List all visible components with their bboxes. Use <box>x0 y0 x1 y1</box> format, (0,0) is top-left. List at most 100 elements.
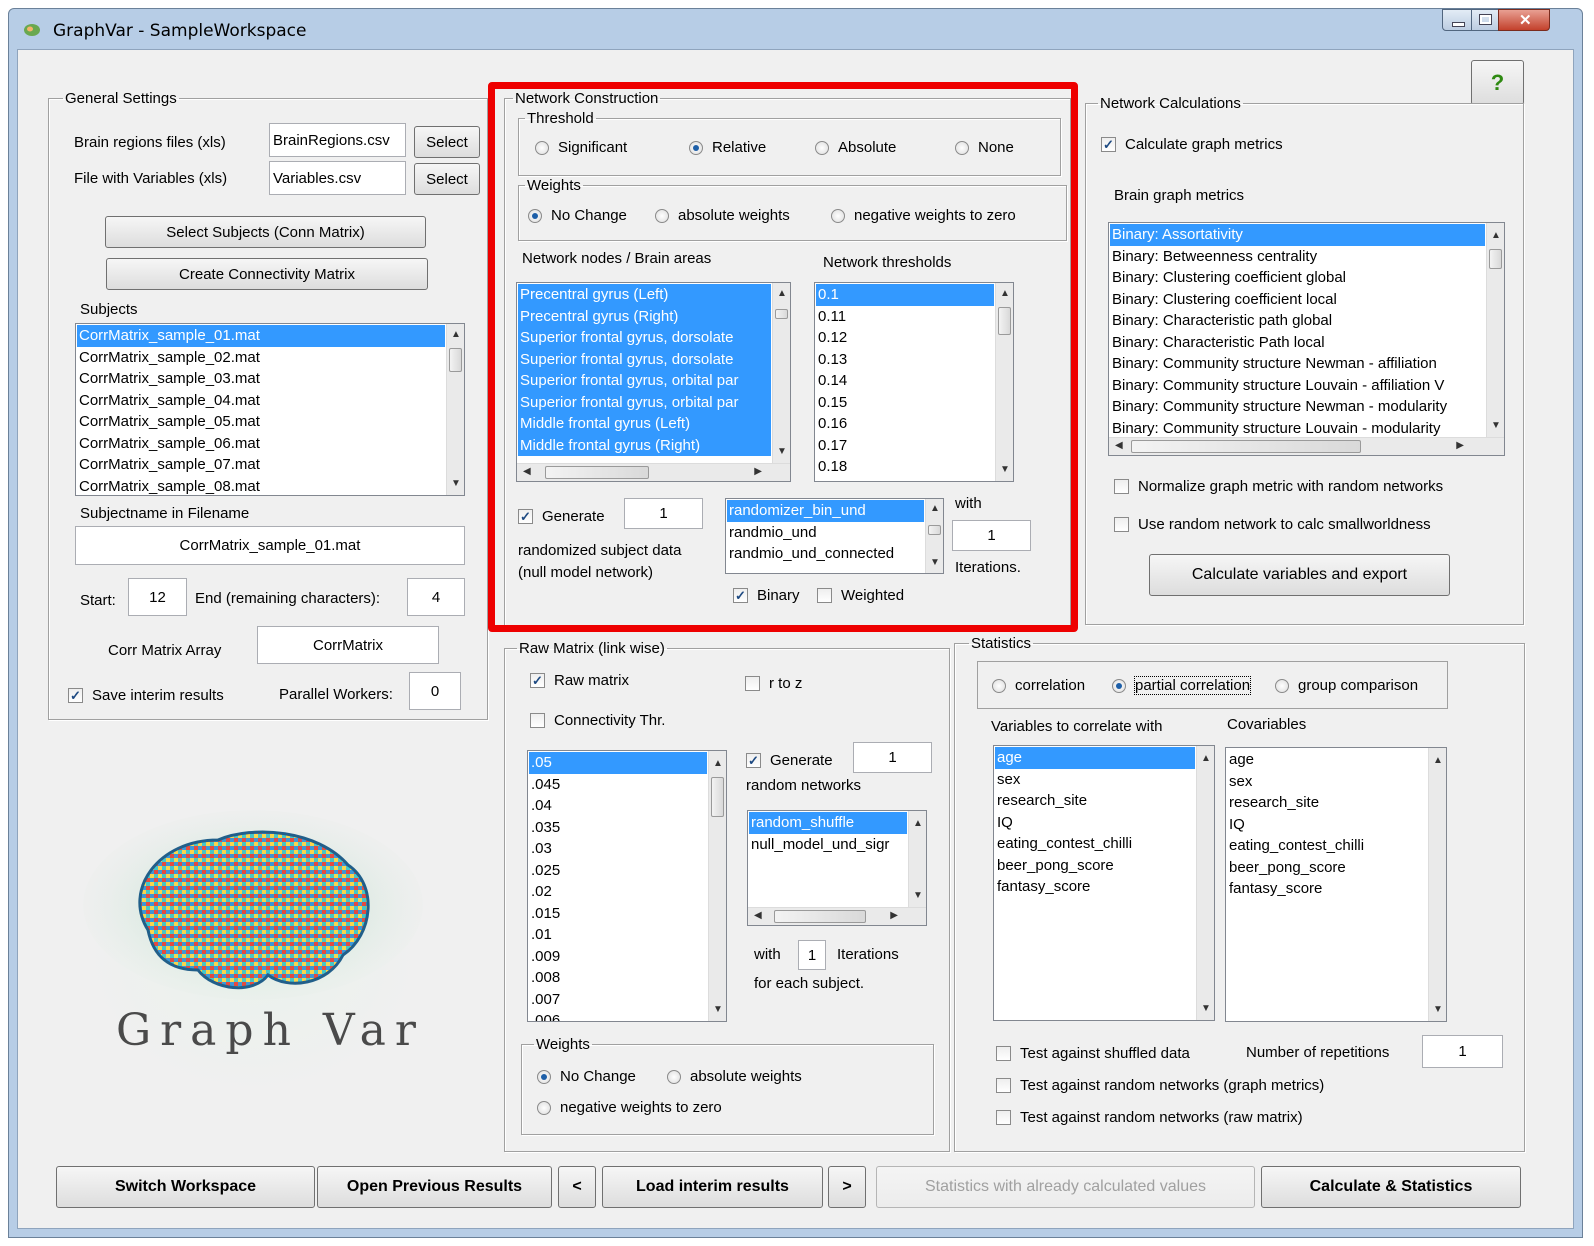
subject-list-item[interactable]: CorrMatrix_sample_05.mat <box>77 411 445 433</box>
brain-regions-field[interactable]: BrainRegions.csv <box>269 123 406 157</box>
metric-list-item[interactable]: Binary: Assortativity <box>1110 224 1485 246</box>
statistics-already-calculated-button[interactable]: Statistics with already calculated value… <box>876 1166 1255 1208</box>
random-method-item[interactable]: random_shuffle <box>749 812 907 834</box>
select-brain-regions-button[interactable]: Select <box>414 126 480 158</box>
variable-list-item[interactable]: sex <box>995 769 1195 791</box>
variables-list[interactable]: age sex research_site IQ eating_contest_chil… <box>993 745 1215 1021</box>
scroll-down-icon[interactable]: ▼ <box>1433 1005 1443 1015</box>
connectivity-thr-checkbox[interactable]: Connectivity Thr. <box>530 712 665 729</box>
raw-scrollbar[interactable]: ▲ ▼ <box>708 751 726 1021</box>
raw-weights-negative-radio[interactable]: negative weights to zero <box>537 1099 722 1116</box>
raw-threshold-item[interactable]: .035 <box>529 817 707 839</box>
calculate-export-button[interactable]: Calculate variables and export <box>1149 554 1450 596</box>
parallel-workers-field[interactable]: 0 <box>409 672 461 710</box>
close-button[interactable]: ✕ <box>1498 9 1550 31</box>
end-field[interactable]: 4 <box>407 578 465 616</box>
repetitions-field[interactable]: 1 <box>1422 1035 1503 1068</box>
subjects-list[interactable]: CorrMatrix_sample_01.mat CorrMatrix_sampl… <box>75 323 465 496</box>
raw-generate-checkbox[interactable]: ✓ Generate <box>746 752 833 769</box>
covariable-list-item[interactable]: eating_contest_chilli <box>1227 835 1427 857</box>
create-connectivity-matrix-button[interactable]: Create Connectivity Matrix <box>106 258 428 290</box>
subject-list-item[interactable]: CorrMatrix_sample_08.mat <box>77 476 445 496</box>
scroll-thumb[interactable] <box>774 910 866 923</box>
minimize-button[interactable] <box>1442 9 1472 31</box>
stats-partial-correlation-radio[interactable]: partial correlation <box>1112 676 1252 695</box>
variables-scrollbar[interactable]: ▲ ▼ <box>1196 746 1214 1020</box>
raw-threshold-item[interactable]: .025 <box>529 860 707 882</box>
raw-threshold-item[interactable]: .04 <box>529 795 707 817</box>
open-previous-results-button[interactable]: Open Previous Results <box>317 1166 552 1208</box>
covariable-list-item[interactable]: age <box>1227 749 1427 771</box>
scroll-down-icon[interactable]: ▼ <box>1491 421 1501 431</box>
scroll-down-icon[interactable]: ▼ <box>913 891 923 901</box>
subject-list-item[interactable]: CorrMatrix_sample_02.mat <box>77 347 445 369</box>
stats-correlation-radio[interactable]: correlation <box>992 677 1085 694</box>
metric-list-item[interactable]: Binary: Community structure Newman - aff… <box>1110 353 1485 375</box>
scroll-up-icon[interactable]: ▲ <box>1433 756 1443 766</box>
random-method-list[interactable]: random_shuffle null_model_und_sigr ▲ ▼ ◀ … <box>747 810 927 926</box>
variable-list-item[interactable]: age <box>995 747 1195 769</box>
scroll-up-icon[interactable]: ▲ <box>913 819 923 829</box>
covariable-list-item[interactable]: beer_pong_score <box>1227 857 1427 879</box>
switch-workspace-button[interactable]: Switch Workspace <box>56 1166 315 1208</box>
calculate-statistics-button[interactable]: Calculate & Statistics <box>1261 1166 1521 1208</box>
metric-list-item[interactable]: Binary: Clustering coefficient local <box>1110 289 1485 311</box>
graph-metrics-list[interactable]: Binary: Assortativity Binary: Betweenness… <box>1108 222 1505 456</box>
test-random-graph-checkbox[interactable]: Test against random networks (graph metr… <box>996 1077 1324 1094</box>
metric-list-item[interactable]: Binary: Characteristic Path local <box>1110 332 1485 354</box>
raw-matrix-checkbox[interactable]: ✓ Raw matrix <box>530 672 629 689</box>
start-field[interactable]: 12 <box>128 578 187 616</box>
raw-threshold-item[interactable]: .01 <box>529 924 707 946</box>
normalize-checkbox[interactable]: Normalize graph metric with random netwo… <box>1114 478 1443 495</box>
metric-list-item[interactable]: Binary: Community structure Louvain - mo… <box>1110 418 1485 440</box>
scroll-thumb[interactable] <box>1489 249 1502 269</box>
next-button[interactable]: > <box>828 1166 866 1208</box>
subjectname-field[interactable]: CorrMatrix_sample_01.mat <box>75 526 465 565</box>
scroll-up-icon[interactable]: ▲ <box>451 330 461 340</box>
corr-array-field[interactable]: CorrMatrix <box>257 626 439 664</box>
method-vscrollbar[interactable]: ▲ ▼ <box>908 811 926 907</box>
maximize-button[interactable] <box>1471 9 1499 31</box>
variable-list-item[interactable]: eating_contest_chilli <box>995 833 1195 855</box>
subject-list-item[interactable]: CorrMatrix_sample_03.mat <box>77 368 445 390</box>
scroll-thumb[interactable] <box>449 348 462 372</box>
save-interim-checkbox[interactable]: ✓ Save interim results <box>68 687 224 704</box>
raw-threshold-item[interactable]: .015 <box>529 903 707 925</box>
select-variables-button[interactable]: Select <box>414 163 480 195</box>
scroll-up-icon[interactable]: ▲ <box>713 759 723 769</box>
metrics-vscrollbar[interactable]: ▲ ▼ <box>1486 223 1504 437</box>
calc-graph-metrics-checkbox[interactable]: ✓ Calculate graph metrics <box>1101 136 1283 153</box>
r-to-z-checkbox[interactable]: r to z <box>745 675 802 692</box>
subject-list-item[interactable]: CorrMatrix_sample_04.mat <box>77 390 445 412</box>
load-interim-results-button[interactable]: Load interim results <box>602 1166 823 1208</box>
scroll-right-icon[interactable]: ▶ <box>890 911 898 921</box>
covariable-list-item[interactable]: fantasy_score <box>1227 878 1427 900</box>
scroll-left-icon[interactable]: ◀ <box>754 911 762 921</box>
subjects-scrollbar[interactable]: ▲ ▼ <box>446 324 464 495</box>
subject-list-item[interactable]: CorrMatrix_sample_06.mat <box>77 433 445 455</box>
covariable-list-item[interactable]: research_site <box>1227 792 1427 814</box>
metric-list-item[interactable]: Binary: Betweenness centrality <box>1110 246 1485 268</box>
raw-iterations-field[interactable]: 1 <box>798 940 826 970</box>
scroll-right-icon[interactable]: ▶ <box>1456 441 1464 451</box>
scroll-down-icon[interactable]: ▼ <box>713 1005 723 1015</box>
raw-generate-count-field[interactable]: 1 <box>853 742 932 773</box>
scroll-thumb[interactable] <box>1131 440 1361 453</box>
select-subjects-button[interactable]: Select Subjects (Conn Matrix) <box>105 216 426 248</box>
metrics-hscrollbar[interactable]: ◀ ▶ <box>1109 437 1504 455</box>
covariable-list-item[interactable]: IQ <box>1227 814 1427 836</box>
smallworldness-checkbox[interactable]: Use random network to calc smallworldnes… <box>1114 516 1431 533</box>
covariables-list[interactable]: age sex research_site IQ eating_contest_chil… <box>1225 747 1447 1022</box>
raw-threshold-item[interactable]: .05 <box>529 752 707 774</box>
variables-file-field[interactable]: Variables.csv <box>269 161 406 195</box>
variable-list-item[interactable]: fantasy_score <box>995 876 1195 898</box>
test-shuffled-checkbox[interactable]: Test against shuffled data <box>996 1045 1190 1062</box>
scroll-up-icon[interactable]: ▲ <box>1201 754 1211 764</box>
covariables-scrollbar[interactable]: ▲ ▼ <box>1428 748 1446 1021</box>
scroll-up-icon[interactable]: ▲ <box>1491 231 1501 241</box>
metric-list-item[interactable]: Binary: Community structure Louvain - af… <box>1110 375 1485 397</box>
metric-list-item[interactable]: Binary: Community structure Newman - mod… <box>1110 396 1485 418</box>
stats-group-comparison-radio[interactable]: group comparison <box>1275 677 1418 694</box>
raw-threshold-item[interactable]: .006 <box>529 1010 707 1021</box>
variable-list-item[interactable]: IQ <box>995 812 1195 834</box>
